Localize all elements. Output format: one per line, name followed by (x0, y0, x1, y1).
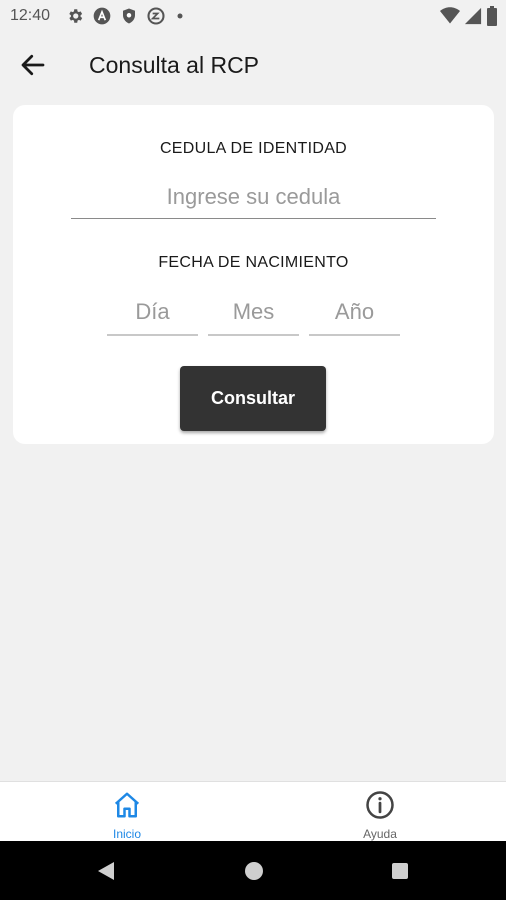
fecha-nacimiento-label: FECHA DE NACIMIENTO (158, 254, 349, 271)
dia-input[interactable] (107, 290, 198, 336)
consultar-button[interactable]: Consultar (180, 366, 326, 431)
status-time: 12:40 (10, 7, 51, 24)
dot-icon (177, 13, 183, 19)
status-icons-right (440, 6, 498, 26)
status-bar: 12:40 (0, 0, 506, 32)
a-badge-icon (93, 7, 111, 25)
anio-input[interactable] (309, 290, 400, 336)
shield-icon (123, 8, 135, 24)
battery-icon (487, 6, 497, 26)
page-title: Consulta al RCP (89, 52, 260, 78)
back-triangle-icon[interactable] (94, 859, 118, 883)
cedula-input[interactable] (71, 175, 436, 219)
wifi-icon (440, 7, 460, 24)
cedula-label: CEDULA DE IDENTIDAD (159, 140, 348, 157)
status-icons-left (66, 6, 186, 26)
settings-icon (69, 9, 83, 23)
home-circle-icon[interactable] (242, 859, 266, 883)
bottom-nav: Inicio Ayuda (0, 781, 506, 842)
nav-item-ayuda[interactable]: Ayuda (320, 782, 440, 842)
nav-item-inicio[interactable]: Inicio (67, 782, 187, 842)
recent-apps-icon[interactable] (388, 859, 412, 883)
arrow-left-icon[interactable] (18, 50, 48, 80)
signal-icon (464, 7, 482, 25)
home-icon (114, 792, 140, 818)
app-bar: Consulta al RCP (0, 32, 506, 98)
vpn-icon (147, 7, 165, 25)
mes-input[interactable] (208, 290, 299, 336)
consulta-form-card: CEDULA DE IDENTIDAD FECHA DE NACIMIENTO … (13, 105, 494, 444)
nav-label-inicio: Inicio (112, 827, 141, 841)
system-nav-bar (0, 841, 506, 900)
info-icon (366, 791, 394, 819)
nav-label-ayuda: Ayuda (363, 827, 397, 841)
